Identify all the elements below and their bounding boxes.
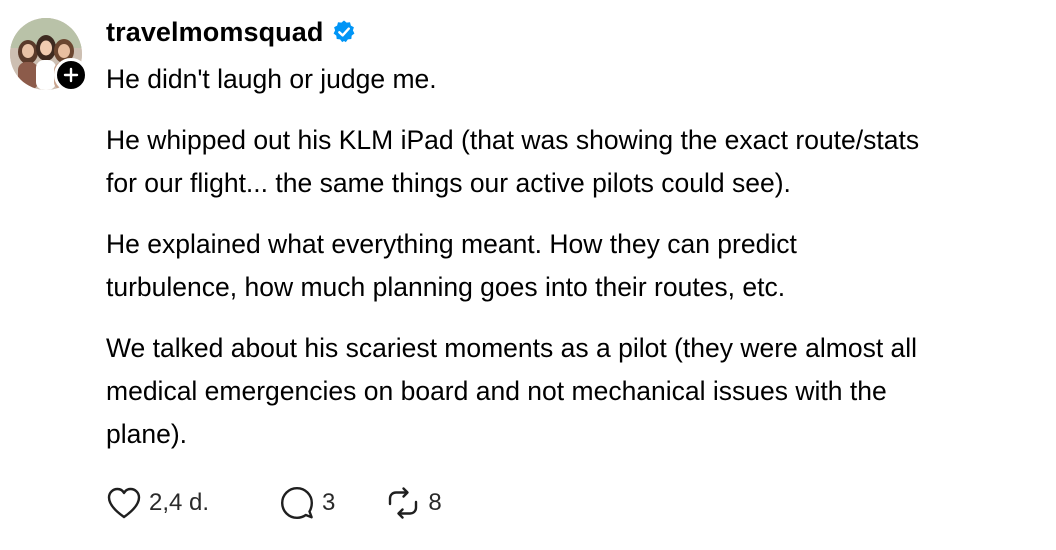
speech-bubble-icon <box>281 487 314 519</box>
plus-icon <box>63 67 79 83</box>
action-bar: 2,4 d. 3 8 <box>106 484 442 522</box>
like-count: 2,4 d. <box>149 489 210 516</box>
follow-button[interactable] <box>54 58 88 92</box>
paragraph: We talked about his scariest moments as … <box>106 327 1056 456</box>
repost-button[interactable]: 8 <box>385 485 442 521</box>
text-line: turbulence, how much planning goes into … <box>106 272 786 302</box>
repost-count: 8 <box>428 489 442 516</box>
username[interactable]: travelmomsquad <box>106 17 323 48</box>
post-card: travelmomsquad He didn't laugh or judge … <box>0 0 1056 550</box>
text-line: He explained what everything meant. How … <box>106 229 797 259</box>
paragraph: He explained what everything meant. How … <box>106 223 1056 309</box>
like-button[interactable]: 2,4 d. <box>106 486 209 520</box>
reply-count: 3 <box>322 489 336 516</box>
text-line: for our flight... the same things our ac… <box>106 168 791 198</box>
post-body: He didn't laugh or judge me. He whipped … <box>106 58 1056 474</box>
reply-button[interactable]: 3 <box>279 485 335 521</box>
heart-icon <box>107 487 141 519</box>
text-line: He didn't laugh or judge me. <box>106 64 437 94</box>
paragraph: He whipped out his KLM iPad (that was sh… <box>106 119 1056 205</box>
text-line: He whipped out his KLM iPad (that was sh… <box>106 125 920 155</box>
repost-arrows-icon <box>389 487 418 519</box>
verified-check-icon <box>334 20 355 43</box>
text-line: We talked about his scariest moments as … <box>106 333 918 363</box>
text-line: plane). <box>106 419 188 449</box>
avatar-container[interactable] <box>10 18 88 92</box>
paragraph: He didn't laugh or judge me. <box>106 58 1056 101</box>
text-line: medical emergencies on board and not mec… <box>106 376 887 406</box>
post-header: travelmomsquad <box>106 14 357 50</box>
